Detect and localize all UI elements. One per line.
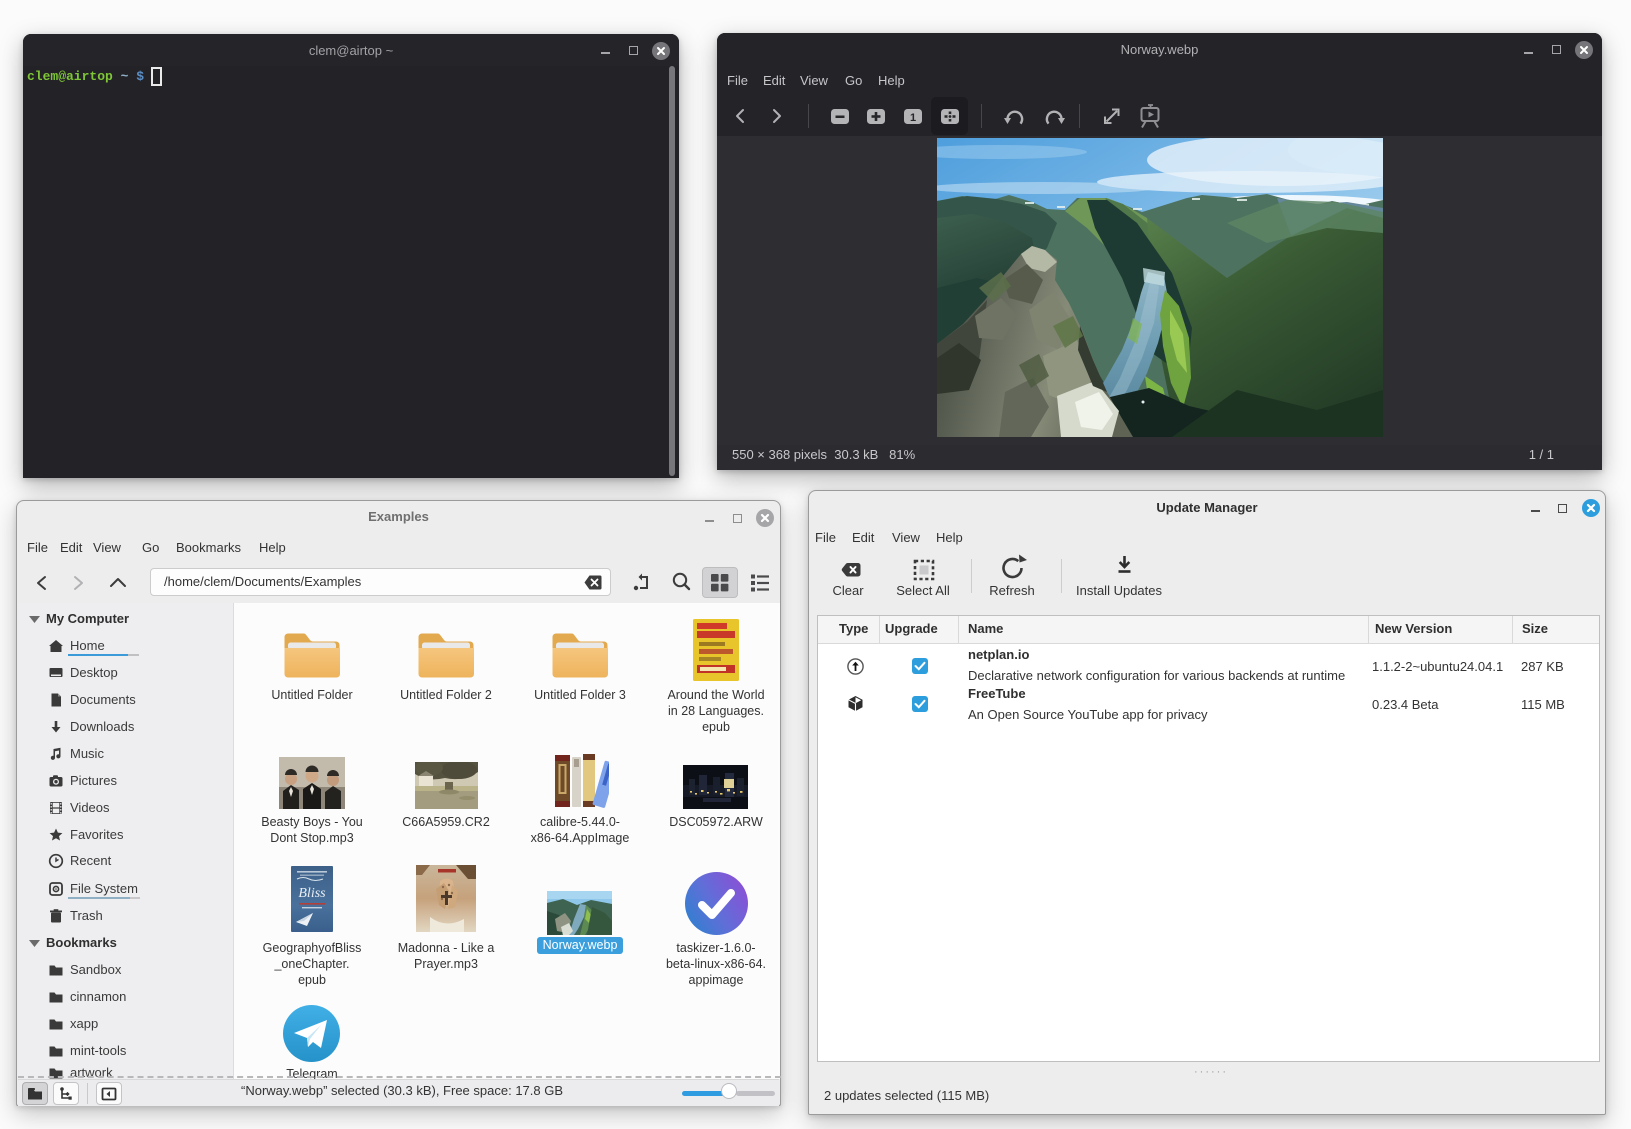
svg-text:1: 1: [910, 112, 916, 124]
svg-text:Bliss: Bliss: [298, 886, 326, 901]
